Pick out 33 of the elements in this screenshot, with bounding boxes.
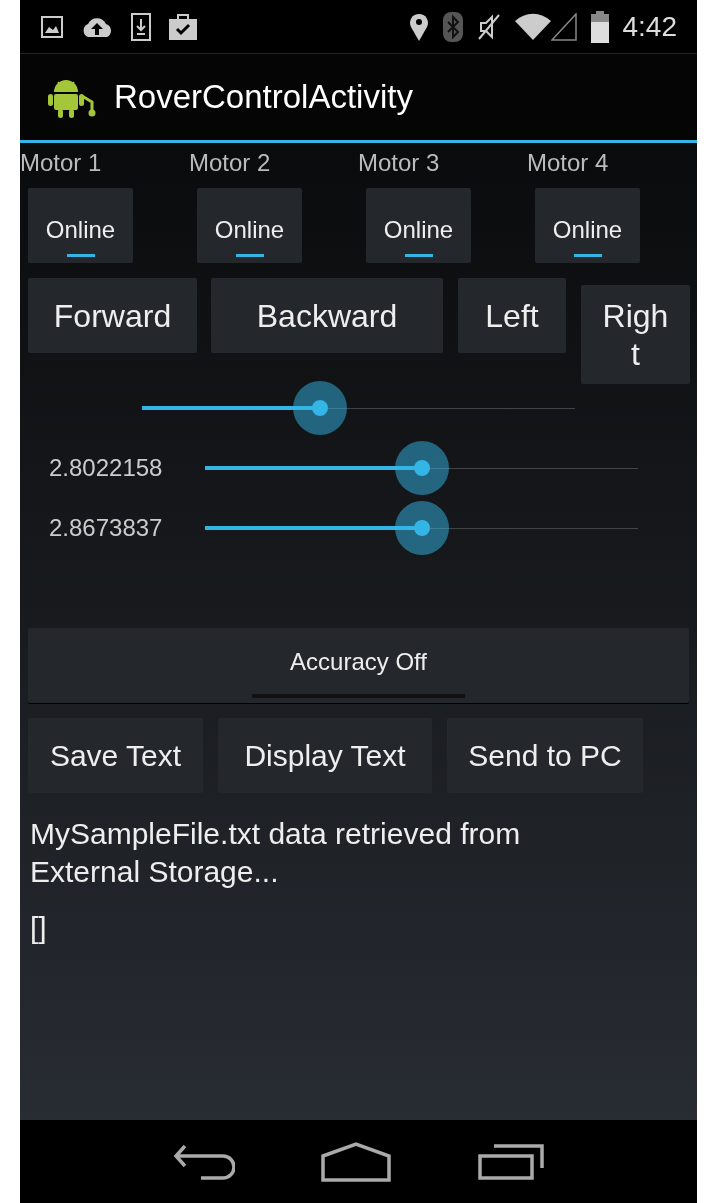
- signal-icon: [550, 12, 577, 41]
- send-to-pc-button[interactable]: Send to PC: [447, 718, 643, 793]
- wifi-icon: [514, 12, 551, 41]
- location-pin-icon: [408, 11, 429, 42]
- display-text-button[interactable]: Display Text: [218, 718, 432, 793]
- window-title: RoverControlActivity: [114, 77, 413, 118]
- slider-reading: 2.8022158: [49, 453, 164, 483]
- home-icon[interactable]: [321, 1141, 392, 1182]
- briefcase-check-icon: [168, 11, 198, 42]
- online-toggle[interactable]: Online: [366, 188, 471, 263]
- back-icon[interactable]: [173, 1143, 236, 1180]
- online-toggle[interactable]: Online: [28, 188, 133, 263]
- output-message: MySampleFile.txt data retrieved from External Storage...: [29, 816, 522, 890]
- battery-icon: [590, 10, 609, 43]
- motor-label: Motor 1: [20, 149, 102, 177]
- left-button[interactable]: Left: [458, 278, 566, 353]
- save-text-button[interactable]: Save Text: [28, 718, 203, 793]
- motor-label: Motor 3: [358, 149, 440, 177]
- backward-button[interactable]: Backward: [211, 278, 443, 353]
- output-value: []: [29, 910, 48, 946]
- image-icon: [40, 14, 64, 39]
- motor-label: Motor 4: [527, 149, 609, 177]
- status-time: 4:42: [622, 9, 677, 44]
- accuracy-toggle[interactable]: Accuracy Off: [28, 628, 689, 703]
- online-toggle[interactable]: Online: [197, 188, 302, 263]
- online-toggle[interactable]: Online: [535, 188, 640, 263]
- slider-reading: 2.8673837: [49, 513, 164, 543]
- forward-button[interactable]: Forward: [28, 278, 197, 353]
- bluetooth-icon: [442, 11, 463, 42]
- motor-label: Motor 2: [189, 149, 271, 177]
- download-icon: [130, 11, 152, 42]
- recent-apps-icon[interactable]: [477, 1143, 544, 1180]
- right-button[interactable]: Right: [581, 285, 690, 384]
